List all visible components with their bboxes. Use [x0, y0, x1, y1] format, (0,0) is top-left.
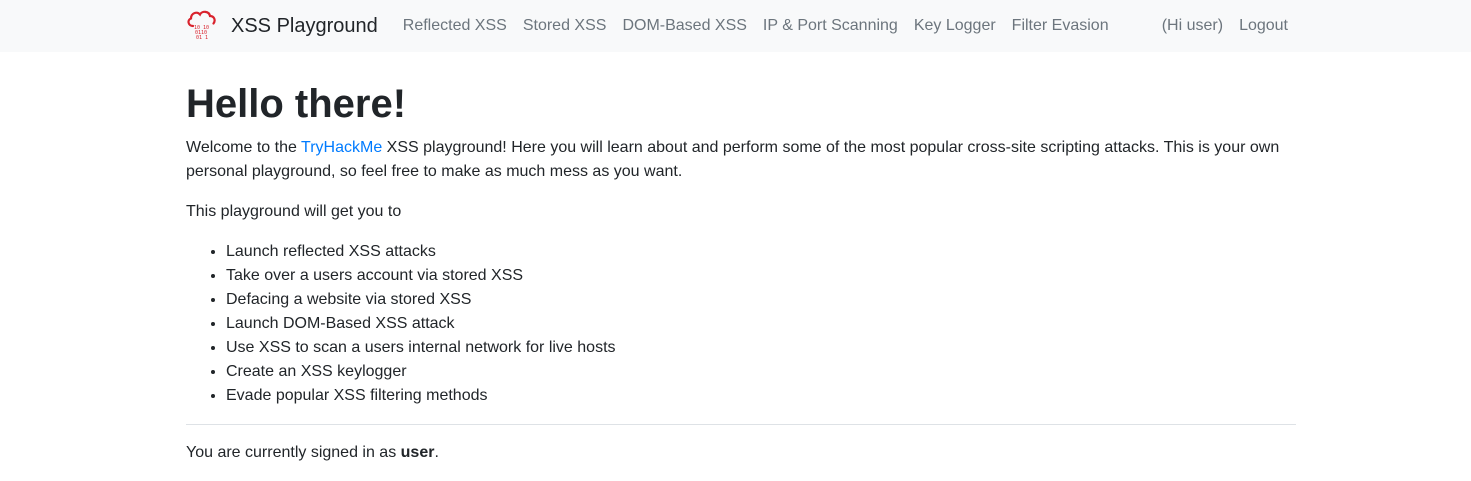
tryhackme-link[interactable]: TryHackMe [301, 139, 382, 156]
intro-text-before: Welcome to the [186, 139, 302, 156]
divider [186, 424, 1296, 425]
main-content: Hello there! Welcome to the TryHackMe XS… [186, 52, 1296, 481]
nav-right: (Hi user) Logout [1162, 17, 1288, 35]
nav-item-stored-xss: Stored XSS [523, 17, 607, 35]
page-heading: Hello there! [186, 82, 407, 126]
navbar: 10 10 0110 01 1 XSS Playground Reflected… [0, 0, 1471, 52]
lead-paragraph: This playground will get you to [186, 203, 402, 220]
list-item: Take over a users account via stored XSS [226, 264, 1296, 288]
nav-item-filter-evasion: Filter Evasion [1012, 17, 1109, 35]
list-item: Create an XSS keylogger [226, 360, 1296, 384]
nav-item-ip-port-scanning: IP & Port Scanning [763, 17, 898, 35]
nav-item-dom-based-xss: DOM-Based XSS [622, 17, 746, 35]
svg-text:01 1: 01 1 [196, 35, 208, 41]
feature-list: Launch reflected XSS attacks Take over a… [186, 240, 1296, 408]
cloud-binary-icon: 10 10 0110 01 1 [187, 10, 216, 41]
nav-link-stored-xss[interactable]: Stored XSS [523, 17, 607, 34]
nav-link-dom-based-xss[interactable]: DOM-Based XSS [622, 17, 746, 34]
signed-in-status: You are currently signed in as user. [186, 441, 1296, 465]
list-item: Evade popular XSS filtering methods [226, 384, 1296, 408]
list-item: Launch DOM-Based XSS attack [226, 312, 1296, 336]
list-item: Defacing a website via stored XSS [226, 288, 1296, 312]
list-item: Launch reflected XSS attacks [226, 240, 1296, 264]
brand-link[interactable]: 10 10 0110 01 1 XSS Playground [186, 10, 378, 42]
signed-in-text-after: . [434, 444, 439, 461]
logout-link[interactable]: Logout [1239, 17, 1288, 35]
nav-item-key-logger: Key Logger [914, 17, 996, 35]
brand-title: XSS Playground [231, 14, 378, 37]
nav-link-key-logger[interactable]: Key Logger [914, 17, 996, 34]
intro-paragraph: Welcome to the TryHackMe XSS playground!… [186, 136, 1296, 184]
list-item: Use XSS to scan a users internal network… [226, 336, 1296, 360]
signed-in-username: user [400, 444, 435, 461]
nav-links: Reflected XSS Stored XSS DOM-Based XSS I… [403, 17, 1125, 35]
nav-item-reflected-xss: Reflected XSS [403, 17, 507, 35]
navbar-inner: 10 10 0110 01 1 XSS Playground Reflected… [186, 0, 1288, 52]
signed-in-text-before: You are currently signed in as [186, 444, 401, 461]
nav-link-ip-port-scanning[interactable]: IP & Port Scanning [763, 17, 898, 34]
user-greeting: (Hi user) [1161, 17, 1224, 34]
nav-link-reflected-xss[interactable]: Reflected XSS [403, 17, 507, 34]
nav-link-filter-evasion[interactable]: Filter Evasion [1012, 17, 1109, 34]
